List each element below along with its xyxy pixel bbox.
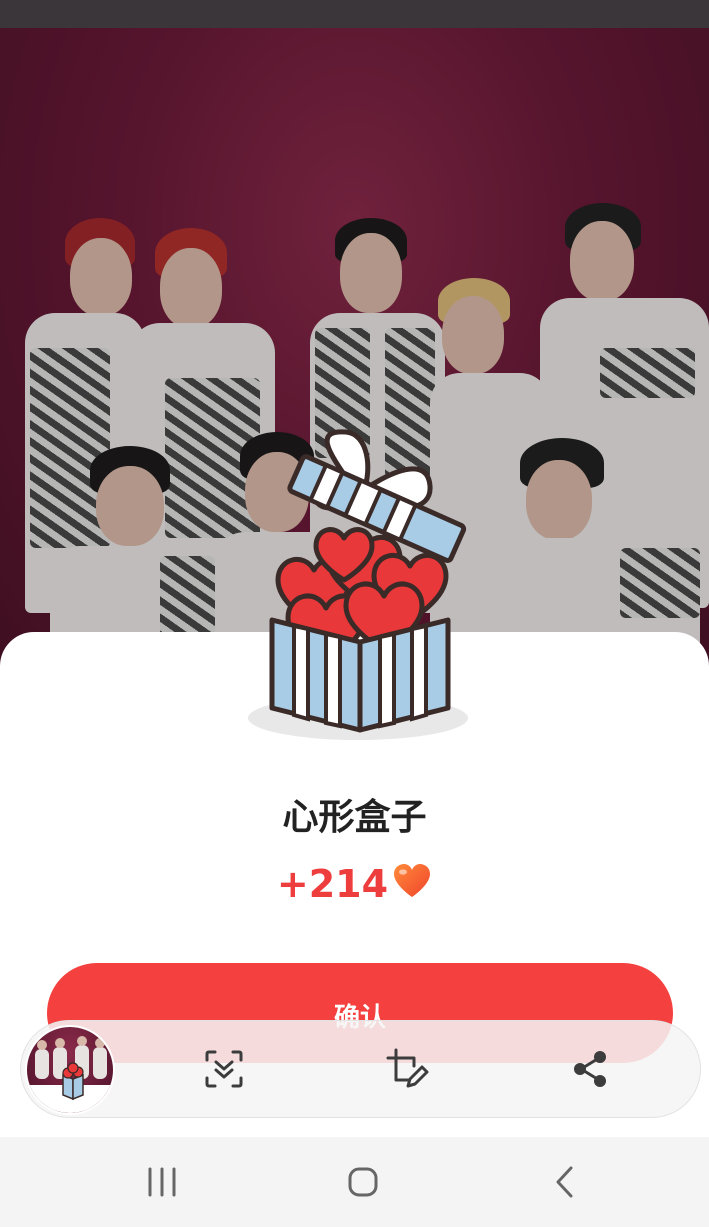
scroll-capture-icon <box>205 1050 243 1088</box>
home-icon <box>348 1167 378 1197</box>
reward-value: +214 <box>276 862 389 906</box>
heart-icon <box>394 864 431 897</box>
home-button[interactable] <box>343 1162 383 1202</box>
navigation-bar <box>0 1137 709 1227</box>
scroll-capture-button[interactable] <box>201 1046 247 1092</box>
back-button[interactable] <box>545 1162 585 1202</box>
reward-amount: +214 <box>0 862 709 906</box>
screenshot-toolbar <box>20 1020 701 1118</box>
recents-button[interactable] <box>142 1162 182 1202</box>
status-bar <box>0 0 709 28</box>
share-button[interactable] <box>567 1046 613 1092</box>
recents-icon <box>148 1167 176 1197</box>
share-icon <box>574 1051 606 1087</box>
screenshot-thumbnail[interactable] <box>25 1025 115 1115</box>
heart-gift-box-icon <box>248 429 468 740</box>
gift-name: 心形盒子 <box>282 797 427 838</box>
crop-edit-icon <box>386 1048 429 1088</box>
crop-edit-button[interactable] <box>384 1046 430 1092</box>
thumbnail-preview <box>27 1036 113 1113</box>
back-icon <box>556 1166 573 1198</box>
